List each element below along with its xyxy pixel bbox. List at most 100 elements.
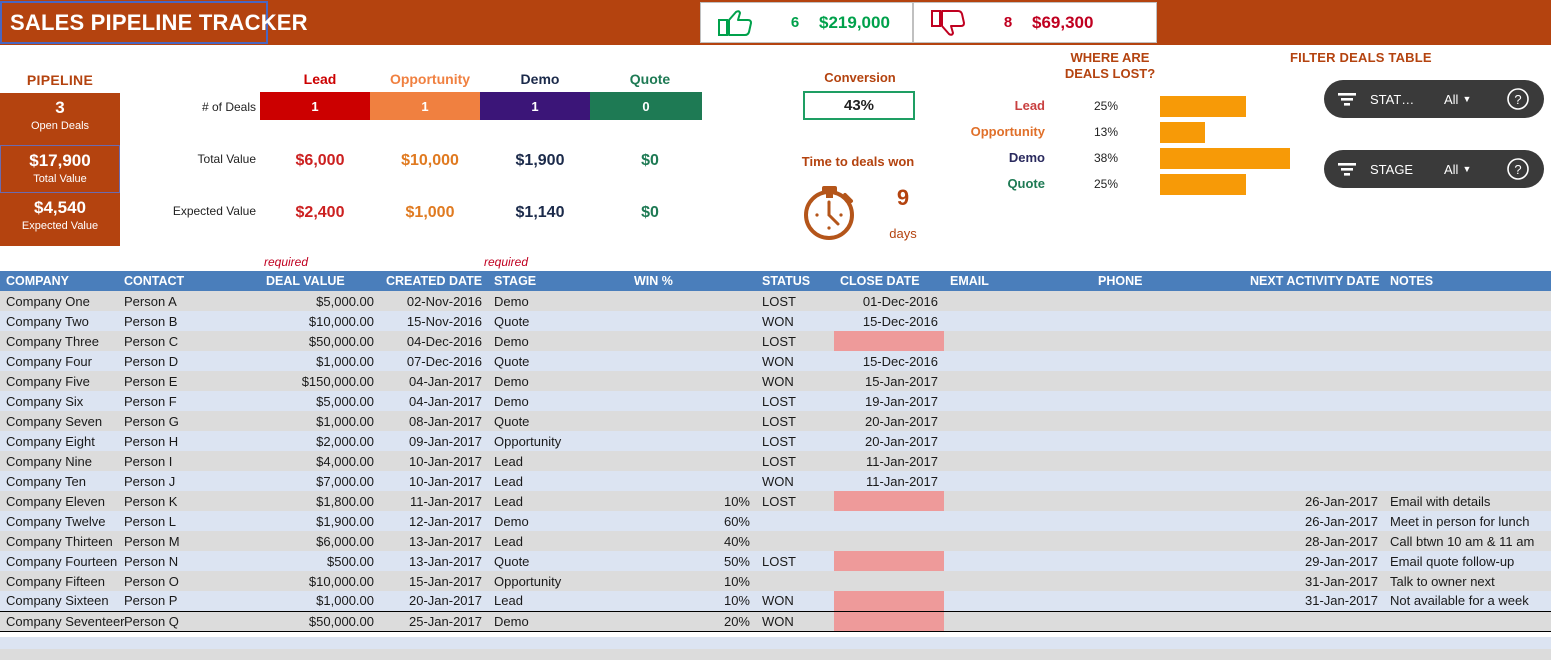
table-row[interactable]: Company ThirteenPerson M$6,000.0013-Jan-… bbox=[0, 531, 1551, 551]
cell-email[interactable] bbox=[944, 451, 1092, 471]
cell-stage[interactable]: Quote bbox=[488, 551, 628, 571]
table-row[interactable]: Company FifteenPerson O$10,000.0015-Jan-… bbox=[0, 571, 1551, 591]
col-status[interactable]: STATUS bbox=[756, 271, 834, 291]
cell-phone[interactable] bbox=[1092, 511, 1244, 531]
cell-win-pct[interactable] bbox=[628, 431, 756, 451]
cell-phone[interactable] bbox=[1092, 351, 1244, 371]
cell-notes[interactable] bbox=[1384, 331, 1551, 351]
cell-stage[interactable]: Quote bbox=[488, 351, 628, 371]
col-company[interactable]: COMPANY bbox=[0, 271, 118, 291]
cell-phone[interactable] bbox=[1092, 431, 1244, 451]
cell-close-date[interactable] bbox=[834, 571, 944, 591]
cell-status[interactable]: LOST bbox=[756, 491, 834, 511]
help-icon[interactable]: ? bbox=[1506, 87, 1530, 111]
cell-company[interactable]: Company Thirteen bbox=[0, 531, 118, 551]
cell-phone[interactable] bbox=[1092, 591, 1244, 611]
cell-notes[interactable]: Email quote follow-up bbox=[1384, 551, 1551, 571]
cell-close-date[interactable]: 15-Jan-2017 bbox=[834, 371, 944, 391]
cell-win-pct[interactable] bbox=[628, 311, 756, 331]
cell-email[interactable] bbox=[944, 471, 1092, 491]
cell-company[interactable]: Company Five bbox=[0, 371, 118, 391]
cell-created-date[interactable]: 20-Jan-2017 bbox=[380, 591, 488, 611]
cell-next-activity-date[interactable] bbox=[1244, 611, 1384, 631]
cell-win-pct[interactable] bbox=[628, 291, 756, 311]
cell-email[interactable] bbox=[944, 571, 1092, 591]
cell-company[interactable]: Company Eleven bbox=[0, 491, 118, 511]
cell-company[interactable]: Company Ten bbox=[0, 471, 118, 491]
cell-status[interactable] bbox=[756, 571, 834, 591]
cell-contact[interactable]: Person J bbox=[118, 471, 260, 491]
cell-win-pct[interactable]: 10% bbox=[628, 491, 756, 511]
table-row[interactable]: Company FourPerson D$1,000.0007-Dec-2016… bbox=[0, 351, 1551, 371]
cell-win-pct[interactable]: 10% bbox=[628, 571, 756, 591]
cell-created-date[interactable]: 10-Jan-2017 bbox=[380, 451, 488, 471]
cell-stage[interactable]: Demo bbox=[488, 511, 628, 531]
cell-email[interactable] bbox=[944, 291, 1092, 311]
table-row[interactable]: Company TwelvePerson L$1,900.0012-Jan-20… bbox=[0, 511, 1551, 531]
cell-stage[interactable]: Lead bbox=[488, 451, 628, 471]
cell-phone[interactable] bbox=[1092, 571, 1244, 591]
cell-contact[interactable]: Person B bbox=[118, 311, 260, 331]
cell-deal-value[interactable]: $50,000.00 bbox=[260, 331, 380, 351]
cell-status[interactable]: WON bbox=[756, 611, 834, 631]
col-email[interactable]: EMAIL bbox=[944, 271, 1092, 291]
cell-stage[interactable]: Lead bbox=[488, 491, 628, 511]
cell-contact[interactable]: Person F bbox=[118, 391, 260, 411]
cell-stage[interactable]: Lead bbox=[488, 471, 628, 491]
cell-company[interactable]: Company Fifteen bbox=[0, 571, 118, 591]
col-deal-value[interactable]: DEAL VALUE bbox=[260, 271, 380, 291]
cell-close-date[interactable] bbox=[834, 591, 944, 611]
cell-contact[interactable]: Person D bbox=[118, 351, 260, 371]
cell-status[interactable]: WON bbox=[756, 351, 834, 371]
cell-win-pct[interactable]: 60% bbox=[628, 511, 756, 531]
cell-win-pct[interactable] bbox=[628, 471, 756, 491]
table-row[interactable]: Company SixteenPerson P$1,000.0020-Jan-2… bbox=[0, 591, 1551, 611]
cell-created-date[interactable]: 09-Jan-2017 bbox=[380, 431, 488, 451]
cell-created-date[interactable]: 10-Jan-2017 bbox=[380, 471, 488, 491]
col-stage[interactable]: STAGE bbox=[488, 271, 628, 291]
cell-win-pct[interactable]: 40% bbox=[628, 531, 756, 551]
cell-close-date[interactable]: 01-Dec-2016 bbox=[834, 291, 944, 311]
cell-phone[interactable] bbox=[1092, 471, 1244, 491]
cell-status[interactable]: WON bbox=[756, 591, 834, 611]
table-row[interactable]: Company TwoPerson B$10,000.0015-Nov-2016… bbox=[0, 311, 1551, 331]
table-row[interactable]: Company OnePerson A$5,000.0002-Nov-2016D… bbox=[0, 291, 1551, 311]
cell-phone[interactable] bbox=[1092, 311, 1244, 331]
cell-stage[interactable]: Demo bbox=[488, 611, 628, 631]
col-win-pct[interactable]: WIN % bbox=[628, 271, 756, 291]
cell-close-date[interactable] bbox=[834, 511, 944, 531]
table-row[interactable]: Company EightPerson H$2,000.0009-Jan-201… bbox=[0, 431, 1551, 451]
cell-next-activity-date[interactable]: 31-Jan-2017 bbox=[1244, 571, 1384, 591]
cell-created-date[interactable]: 08-Jan-2017 bbox=[380, 411, 488, 431]
cell-status[interactable]: WON bbox=[756, 311, 834, 331]
table-row[interactable]: Company NinePerson I$4,000.0010-Jan-2017… bbox=[0, 451, 1551, 471]
cell-deal-value[interactable]: $50,000.00 bbox=[260, 611, 380, 631]
cell-status[interactable]: LOST bbox=[756, 551, 834, 571]
cell-stage[interactable]: Lead bbox=[488, 531, 628, 551]
cell-win-pct[interactable] bbox=[628, 331, 756, 351]
cell-contact[interactable]: Person E bbox=[118, 371, 260, 391]
cell-created-date[interactable]: 04-Jan-2017 bbox=[380, 391, 488, 411]
cell-notes[interactable]: Meet in person for lunch bbox=[1384, 511, 1551, 531]
cell-next-activity-date[interactable] bbox=[1244, 451, 1384, 471]
cell-deal-value[interactable]: $10,000.00 bbox=[260, 571, 380, 591]
cell-email[interactable] bbox=[944, 511, 1092, 531]
cell-phone[interactable] bbox=[1092, 291, 1244, 311]
cell-notes[interactable]: Not available for a week bbox=[1384, 591, 1551, 611]
cell-deal-value[interactable]: $7,000.00 bbox=[260, 471, 380, 491]
cell-created-date[interactable]: 11-Jan-2017 bbox=[380, 491, 488, 511]
cell-win-pct[interactable] bbox=[628, 451, 756, 471]
chevron-down-icon[interactable]: ▼ bbox=[1462, 94, 1471, 104]
chevron-down-icon[interactable]: ▼ bbox=[1462, 164, 1471, 174]
cell-company[interactable]: Company Nine bbox=[0, 451, 118, 471]
cell-next-activity-date[interactable] bbox=[1244, 291, 1384, 311]
cell-contact[interactable]: Person O bbox=[118, 571, 260, 591]
cell-stage[interactable]: Quote bbox=[488, 311, 628, 331]
cell-email[interactable] bbox=[944, 311, 1092, 331]
cell-company[interactable]: Company Eight bbox=[0, 431, 118, 451]
cell-phone[interactable] bbox=[1092, 371, 1244, 391]
cell-company[interactable]: Company Twelve bbox=[0, 511, 118, 531]
cell-company[interactable]: Company Six bbox=[0, 391, 118, 411]
cell-status[interactable]: LOST bbox=[756, 291, 834, 311]
cell-notes[interactable]: Email with details bbox=[1384, 491, 1551, 511]
